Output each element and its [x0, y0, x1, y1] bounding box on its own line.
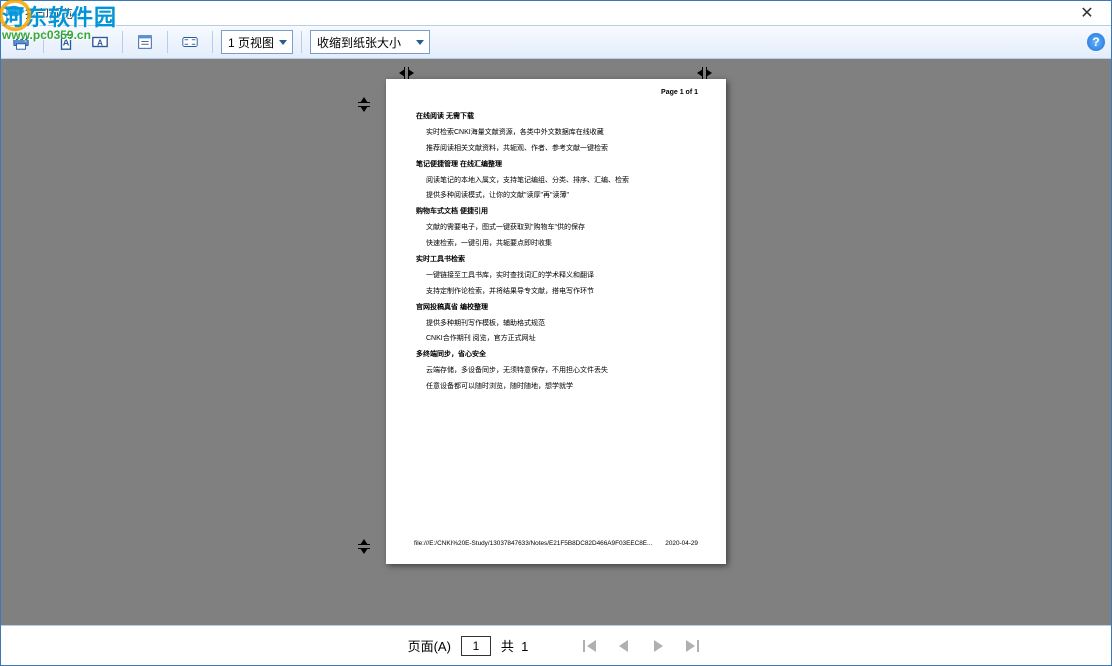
separator: [122, 31, 123, 53]
separator: [212, 31, 213, 53]
help-button[interactable]: ?: [1087, 33, 1105, 51]
section-heading: 多终端同步，省心安全: [416, 349, 698, 361]
body-line: 一键链接至工具书库，实时查找词汇的学术释义和翻译: [426, 270, 698, 282]
page-input[interactable]: [461, 636, 491, 656]
page-footer: file:///E:/CNKI%20E-Study/13037847633/No…: [414, 539, 698, 550]
app-icon: [5, 6, 19, 20]
body-line: 实时检索CNKI海量文献资源，各类中外文数据库在线收藏: [426, 127, 698, 139]
separator: [43, 31, 44, 53]
last-page-button[interactable]: [680, 636, 704, 656]
body-line: 推荐阅读相关文献资料，共轭观、作者、参考文献一键检索: [426, 143, 698, 155]
body-line: 任意设备都可以随时浏览，随时随地，想学就学: [426, 381, 698, 393]
svg-text:A: A: [63, 38, 70, 48]
page-view-select[interactable]: 1 页视图: [221, 30, 293, 54]
body-line: CNKI合作期刊 阅览，官方正式网址: [426, 333, 698, 345]
body-line: 提供多种阅读模式，让你的文献"读厚"再"读薄": [426, 190, 698, 202]
print-button[interactable]: [7, 29, 35, 55]
margin-handle-bottom[interactable]: [358, 539, 370, 554]
body-line: 云端存储，多设备同步，无须特意保存，不用担心文件丢失: [426, 365, 698, 377]
margin-handle-right[interactable]: [697, 67, 712, 79]
separator: [167, 31, 168, 53]
footer-path: file:///E:/CNKI%20E-Study/13037847633/No…: [414, 539, 652, 550]
section-heading: 官网投稿真省 编校整理: [416, 302, 698, 314]
next-page-button[interactable]: [646, 636, 670, 656]
prev-page-button[interactable]: [612, 636, 636, 656]
margin-handle-top[interactable]: [358, 97, 370, 112]
section-heading: 购物车式文档 便捷引用: [416, 206, 698, 218]
close-button[interactable]: ✕: [1069, 1, 1105, 25]
page-number-label: Page 1 of 1: [661, 87, 698, 99]
toolbar: A A 1 页视图 收缩到纸张大小 ?: [1, 25, 1111, 59]
page-preview: Page 1 of 1 在线阅读 无需下载实时检索CNKI海量文献资源，各类中外…: [386, 79, 726, 564]
section-heading: 笔记便捷管理 在线汇编整理: [416, 159, 698, 171]
body-line: 文献的需要电子，图式一键获取到"购物车"供的保存: [426, 222, 698, 234]
status-bar: 页面(A) 共 1: [1, 625, 1111, 665]
svg-text:A: A: [97, 39, 103, 48]
first-page-button[interactable]: [578, 636, 602, 656]
body-line: 阅读笔记的本地入属文，支持笔记编组、分类、排序、汇编、检索: [426, 175, 698, 187]
section-heading: 在线阅读 无需下载: [416, 111, 698, 123]
section-heading: 实时工具书检索: [416, 254, 698, 266]
landscape-button[interactable]: A: [86, 29, 114, 55]
portrait-button[interactable]: A: [52, 29, 80, 55]
body-line: 支持定制作论检索，并将结果导专文献，搭电写作环节: [426, 286, 698, 298]
page-setup-button[interactable]: [131, 29, 159, 55]
window-title: 打印预览: [25, 5, 73, 22]
document-body: 在线阅读 无需下载实时检索CNKI海量文献资源，各类中外文数据库在线收藏推荐阅读…: [426, 111, 698, 393]
page-label: 页面(A): [408, 636, 451, 655]
body-line: 快速检索，一键引用，共轭要点即时收集: [426, 238, 698, 250]
title-bar: 打印预览 ✕: [1, 1, 1111, 25]
headers-footers-button[interactable]: [176, 29, 204, 55]
separator: [301, 31, 302, 53]
preview-canvas: Page 1 of 1 在线阅读 无需下载实时检索CNKI海量文献资源，各类中外…: [1, 59, 1111, 625]
total-pages: 共 1: [501, 636, 528, 655]
body-line: 提供多种期刊写作模板，辅助格式规范: [426, 318, 698, 330]
zoom-select[interactable]: 收缩到纸张大小: [310, 30, 430, 54]
margin-handle-left[interactable]: [399, 67, 414, 79]
footer-date: 2020-04-29: [665, 539, 698, 550]
